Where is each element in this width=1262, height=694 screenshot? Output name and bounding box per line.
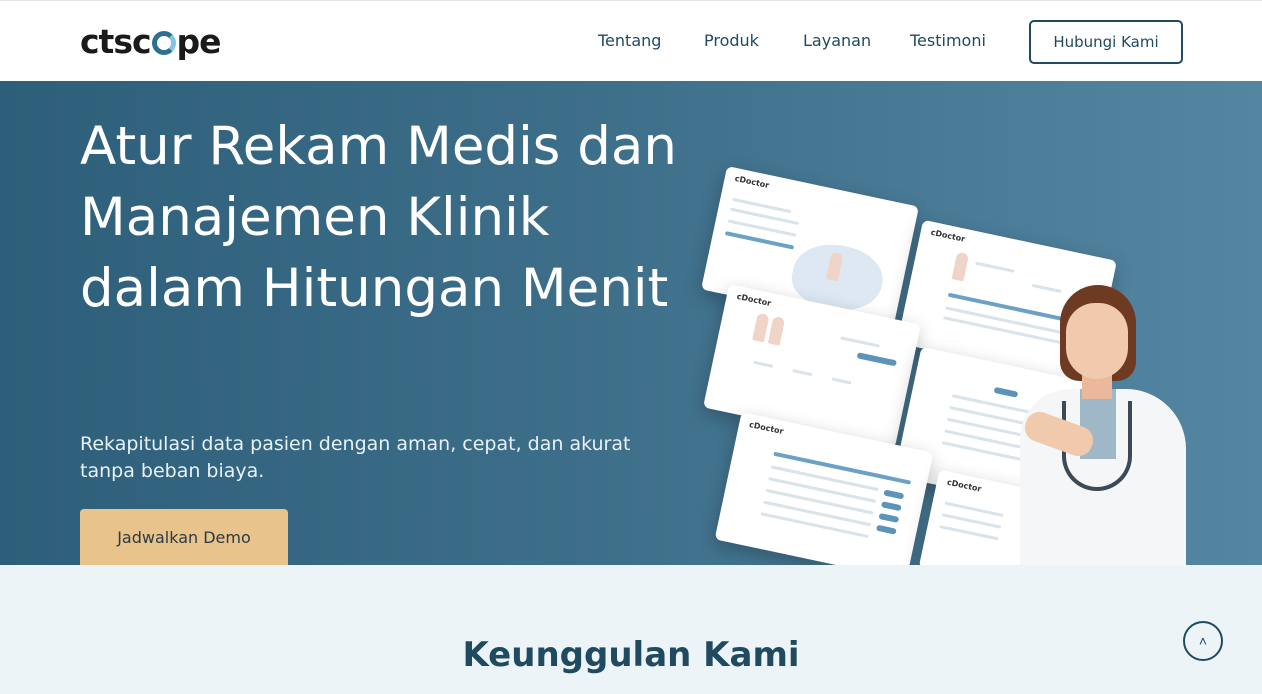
advantages-section: Keunggulan Kami [0,565,1262,694]
mockup-logo: cDoctor [748,419,785,437]
site-header: ctsc pe Tentang Produk Layanan Testimoni … [0,0,1262,81]
chevron-up-icon: ˄ [1198,633,1208,649]
section-title: Keunggulan Kami [462,635,800,675]
nav-link-produk[interactable]: Produk [704,31,759,50]
hero-section: Atur Rekam Medis dan Manajemen Klinik da… [0,81,1262,565]
mockup-logo: cDoctor [735,291,772,309]
hero-title: Atur Rekam Medis dan Manajemen Klinik da… [80,116,677,319]
scroll-to-top-button[interactable]: ˄ [1183,621,1223,661]
ctscope-logo[interactable]: ctsc pe [80,21,222,61]
schedule-demo-button[interactable]: Jadwalkan Demo [80,509,288,565]
mockup-logo: cDoctor [929,227,966,244]
mockup-logo: cDoctor [946,477,983,494]
nav-link-testimoni[interactable]: Testimoni [910,31,986,50]
mockup-logo: cDoctor [733,173,770,191]
hero-subtitle: Rekapitulasi data pasien dengan aman, ce… [80,433,631,482]
mockup-patient-table-screen: cDoctor [714,412,934,565]
nav-link-tentang[interactable]: Tentang [598,31,661,50]
contact-button[interactable]: Hubungi Kami [1029,20,1183,64]
doctor-image [1000,281,1200,565]
nav-link-layanan[interactable]: Layanan [803,31,871,50]
logo-text-prefix: ctsc [80,21,152,61]
logo-text-suffix: pe [176,21,222,61]
logo-ring-icon [151,31,176,55]
